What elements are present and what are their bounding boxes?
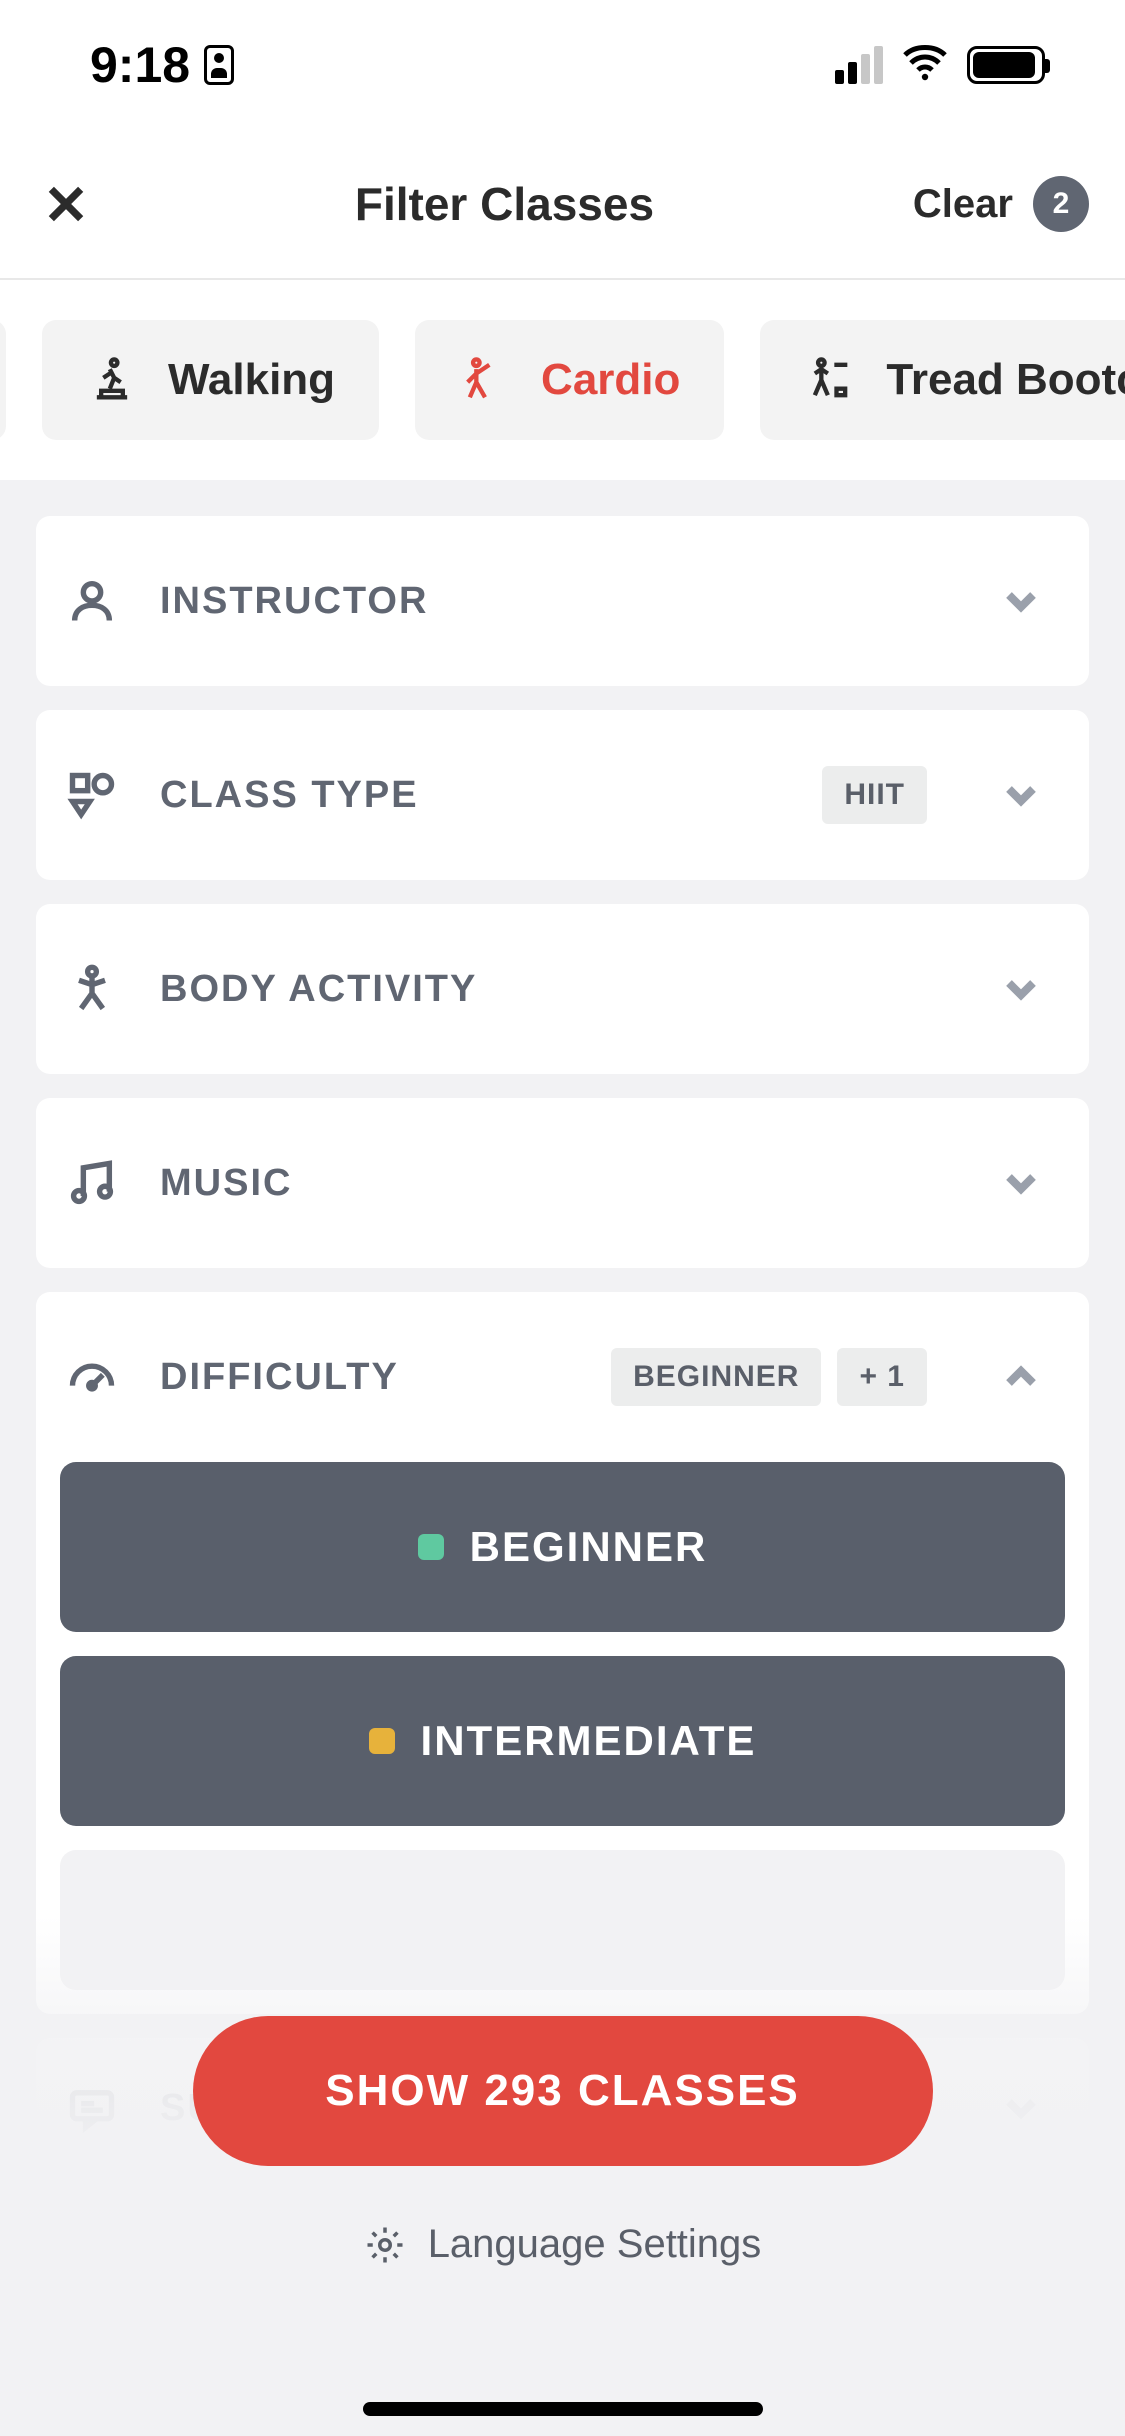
chevron-down-icon <box>997 771 1045 819</box>
status-left: 9:18 <box>90 36 234 94</box>
filter-instructor[interactable]: INSTRUCTOR <box>36 516 1089 686</box>
status-right <box>835 39 1045 92</box>
swatch-green <box>418 1534 444 1560</box>
swatch-yellow <box>369 1728 395 1754</box>
chip-cardio[interactable]: Cardio <box>415 320 724 440</box>
filters-section: INSTRUCTOR CLASS TYPE HIIT BODY ACTIVITY <box>0 480 1125 2436</box>
instructor-icon <box>64 573 120 629</box>
chevron-down-icon <box>997 965 1045 1013</box>
cardio-icon <box>459 354 511 406</box>
chip-bootcamp[interactable]: Tread Bootcamp <box>760 320 1125 440</box>
chip-label: Walking <box>168 355 335 405</box>
filter-label: MUSIC <box>160 1162 957 1205</box>
show-classes-button[interactable]: SHOW 293 CLASSES <box>193 2016 933 2166</box>
wifi-icon <box>901 39 949 92</box>
clear-button[interactable]: Clear <box>913 182 1013 227</box>
bootcamp-icon <box>804 354 856 406</box>
chip-edge-prev[interactable] <box>0 320 6 440</box>
filter-difficulty: DIFFICULTY BEGINNER + 1 BEGINNER INTERME… <box>36 1292 1089 2014</box>
filter-label: DIFFICULTY <box>160 1356 571 1399</box>
body-activity-icon <box>64 961 120 1017</box>
close-button[interactable] <box>36 174 96 234</box>
tag-plus: + 1 <box>837 1348 927 1406</box>
gear-icon <box>364 2224 406 2266</box>
filter-music[interactable]: MUSIC <box>36 1098 1089 1268</box>
status-time: 9:18 <box>90 36 190 94</box>
difficulty-option-beginner[interactable]: BEGINNER <box>60 1462 1065 1632</box>
chevron-down-icon <box>997 1159 1045 1207</box>
class-type-icon <box>64 767 120 823</box>
filter-body-activity[interactable]: BODY ACTIVITY <box>36 904 1089 1074</box>
option-label: BEGINNER <box>470 1523 708 1571</box>
walking-icon <box>86 354 138 406</box>
header: Filter Classes Clear 2 <box>0 130 1125 280</box>
bottom-overlay: SHOW 293 CLASSES Language Settings <box>0 1916 1125 2436</box>
option-label: INTERMEDIATE <box>421 1717 757 1765</box>
home-indicator[interactable] <box>363 2402 763 2416</box>
close-icon <box>44 182 88 226</box>
filter-tags: BEGINNER + 1 <box>611 1348 927 1406</box>
status-bar: 9:18 <box>0 0 1125 130</box>
filter-label: CLASS TYPE <box>160 774 782 817</box>
difficulty-icon <box>64 1349 120 1405</box>
chevron-up-icon <box>997 1353 1045 1401</box>
music-icon <box>64 1155 120 1211</box>
filter-label: INSTRUCTOR <box>160 580 957 623</box>
chip-label: Tread Bootcamp <box>886 355 1125 405</box>
language-settings-label: Language Settings <box>428 2222 762 2267</box>
chevron-down-icon <box>997 577 1045 625</box>
tag-hiit: HIIT <box>822 766 927 824</box>
filter-count-badge: 2 <box>1033 176 1089 232</box>
filter-difficulty-header[interactable]: DIFFICULTY BEGINNER + 1 <box>36 1292 1089 1462</box>
filter-class-type[interactable]: CLASS TYPE HIIT <box>36 710 1089 880</box>
header-right: Clear 2 <box>913 176 1089 232</box>
language-settings-button[interactable]: Language Settings <box>364 2222 762 2267</box>
id-icon <box>204 45 234 85</box>
category-chips[interactable]: Walking Cardio Tread Bootcamp <box>0 280 1125 480</box>
chip-walking[interactable]: Walking <box>42 320 379 440</box>
difficulty-option-intermediate[interactable]: INTERMEDIATE <box>60 1656 1065 1826</box>
cellular-icon <box>835 46 883 84</box>
filter-label: BODY ACTIVITY <box>160 968 957 1011</box>
page-title: Filter Classes <box>355 177 654 231</box>
filter-tags: HIIT <box>822 766 927 824</box>
chip-label: Cardio <box>541 355 680 405</box>
battery-icon <box>967 46 1045 84</box>
tag-beginner: BEGINNER <box>611 1348 821 1406</box>
